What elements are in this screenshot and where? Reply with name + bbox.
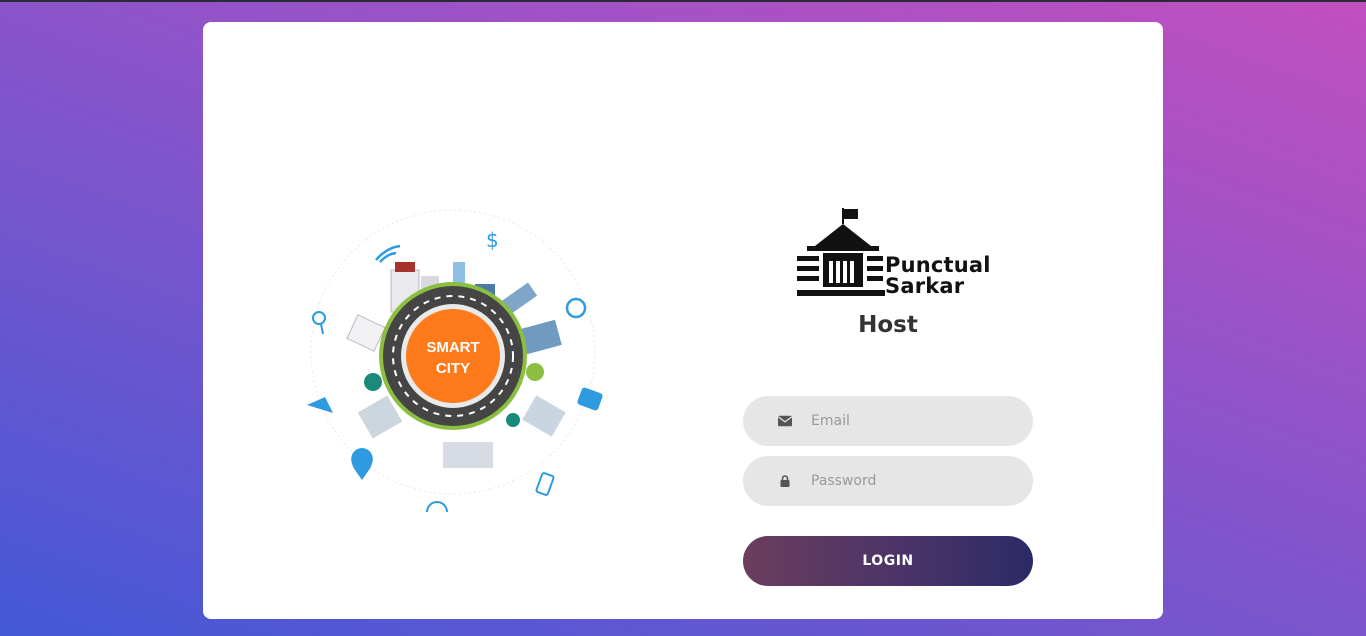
logo-text-line-2: Sarkar (885, 274, 965, 298)
clock-icon (426, 501, 448, 523)
airplane-icon (307, 397, 333, 413)
recycle-icon (565, 297, 587, 319)
smart-city-graphic: SMART CITY $ (307, 209, 603, 523)
phone-icon (535, 472, 555, 496)
email-input[interactable] (811, 401, 1011, 441)
page-title: Host (858, 312, 918, 338)
email-field[interactable] (743, 396, 1033, 446)
smart-city-badge (406, 309, 500, 403)
smart-city-illustration: SMART CITY $ (303, 202, 613, 523)
location-pin-icon (351, 448, 373, 480)
dollar-icon: $ (486, 228, 499, 252)
punctual-sarkar-logo: Punctual Sarkar (793, 204, 993, 304)
wifi-icon (375, 244, 401, 261)
password-input[interactable] (811, 461, 1011, 501)
login-button[interactable]: LOGIN (743, 536, 1033, 586)
badge-line-2: CITY (436, 360, 470, 377)
top-strip (0, 0, 1366, 2)
lock-icon (778, 474, 792, 488)
password-field[interactable] (743, 456, 1033, 506)
building-icon (797, 208, 885, 296)
medical-kit-icon (577, 387, 603, 411)
login-card: SMART CITY $ Punctual Sarkar Host Email … (203, 22, 1163, 619)
badge-line-1: SMART (426, 339, 479, 356)
envelope-icon (778, 414, 792, 428)
